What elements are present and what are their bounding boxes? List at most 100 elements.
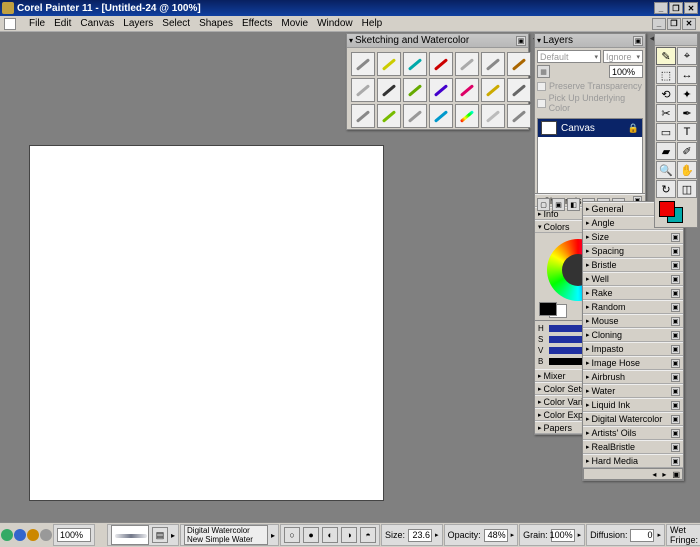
prop-bristle[interactable]: Bristle▣ bbox=[583, 258, 683, 272]
prop-digital-watercolor[interactable]: Digital Watercolor▣ bbox=[583, 412, 683, 426]
mdi-close-button[interactable]: ✕ bbox=[682, 18, 696, 30]
brush-variant[interactable] bbox=[507, 104, 531, 128]
mdi-minimize-button[interactable]: _ bbox=[652, 18, 666, 30]
shape-tool[interactable]: ▭ bbox=[656, 123, 676, 141]
layers-collapse[interactable]: ▣ bbox=[633, 36, 643, 46]
maximize-button[interactable]: ❐ bbox=[669, 2, 683, 14]
mdi-restore-button[interactable]: ❐ bbox=[667, 18, 681, 30]
scroll-right-icon[interactable]: ▸ bbox=[662, 470, 666, 479]
prop-well[interactable]: Well▣ bbox=[583, 272, 683, 286]
layer-item-canvas[interactable]: Canvas 🔒 bbox=[538, 119, 642, 137]
prop-random[interactable]: Random▣ bbox=[583, 300, 683, 314]
selection-tool[interactable]: ⬚ bbox=[656, 66, 676, 84]
lasso-tool[interactable]: ⟲ bbox=[656, 85, 676, 103]
toolbox-header[interactable] bbox=[655, 34, 697, 46]
zoom-tool[interactable]: 🔍 bbox=[656, 161, 676, 179]
menu-select[interactable]: Select bbox=[162, 18, 190, 29]
menu-effects[interactable]: Effects bbox=[242, 18, 272, 29]
menu-edit[interactable]: Edit bbox=[54, 18, 71, 29]
pickup-color-checkbox[interactable]: Pick Up Underlying Color bbox=[537, 92, 643, 114]
brush-panel-header[interactable]: Sketching and Watercolor ▣ bbox=[347, 34, 528, 48]
prop-hard-media[interactable]: Hard Media▣ bbox=[583, 454, 683, 468]
dab-shape-icon[interactable]: ○ bbox=[284, 527, 300, 543]
brush-variant[interactable] bbox=[377, 52, 401, 76]
grain-field[interactable]: 100% bbox=[551, 529, 575, 542]
color-swatches[interactable] bbox=[657, 201, 695, 225]
layer-list[interactable]: Canvas 🔒 bbox=[537, 118, 643, 194]
brush-variant[interactable] bbox=[455, 104, 479, 128]
grain-menu-icon[interactable]: ▸ bbox=[578, 531, 582, 539]
prop-spacing[interactable]: Spacing▣ bbox=[583, 244, 683, 258]
prop-water[interactable]: Water▣ bbox=[583, 384, 683, 398]
menu-help[interactable]: Help bbox=[362, 18, 383, 29]
prop-impasto[interactable]: Impasto▣ bbox=[583, 342, 683, 356]
menu-file[interactable]: File bbox=[29, 18, 45, 29]
menu-canvas[interactable]: Canvas bbox=[80, 18, 114, 29]
minimize-button[interactable]: _ bbox=[654, 2, 668, 14]
brush-variant[interactable] bbox=[455, 52, 479, 76]
wand-tool[interactable]: ✦ bbox=[677, 85, 697, 103]
prop-realbristle[interactable]: RealBristle▣ bbox=[583, 440, 683, 454]
prop-menu-icon[interactable]: ▣ bbox=[672, 470, 680, 479]
fg-color-swatch[interactable] bbox=[659, 201, 675, 217]
primary-color-swatch[interactable] bbox=[539, 302, 557, 316]
prop-rake[interactable]: Rake▣ bbox=[583, 286, 683, 300]
brush-variant[interactable] bbox=[377, 78, 401, 102]
size-field[interactable]: 23.6 bbox=[408, 529, 432, 542]
brush-info[interactable]: Digital Watercolor New Simple Water bbox=[184, 525, 268, 545]
layer-btn[interactable]: ▣ bbox=[552, 198, 565, 211]
eyedropper-tool[interactable]: ✐ bbox=[677, 142, 697, 160]
blend-mode-dropdown[interactable]: Default bbox=[537, 50, 601, 63]
menu-movie[interactable]: Movie bbox=[281, 18, 308, 29]
brush-variant[interactable] bbox=[507, 52, 531, 76]
dab-shape-icon[interactable]: ◐ bbox=[322, 527, 338, 543]
size-menu-icon[interactable]: ▸ bbox=[435, 531, 439, 539]
brush-variant[interactable] bbox=[377, 104, 401, 128]
brush-variant[interactable] bbox=[403, 52, 427, 76]
opacity-menu-icon[interactable]: ▸ bbox=[511, 531, 515, 539]
dab-shape-icon[interactable]: ◑ bbox=[341, 527, 357, 543]
layer-opacity-field[interactable]: 100% bbox=[609, 65, 643, 78]
brush-category-icon[interactable]: ▤ bbox=[152, 527, 168, 543]
mask-mode-dropdown[interactable]: Ignore bbox=[603, 50, 643, 63]
dropper-tool[interactable]: ⌖ bbox=[677, 47, 697, 65]
menu-layers[interactable]: Layers bbox=[123, 18, 153, 29]
prop-mouse[interactable]: Mouse▣ bbox=[583, 314, 683, 328]
prop-image-hose[interactable]: Image Hose▣ bbox=[583, 356, 683, 370]
adjuster-tool[interactable]: ↔ bbox=[677, 66, 697, 84]
perspective-tool[interactable]: ◫ bbox=[677, 180, 697, 198]
dab-shape-icon[interactable]: ◓ bbox=[360, 527, 376, 543]
rotate-tool[interactable]: ↻ bbox=[656, 180, 676, 198]
brush-variant[interactable] bbox=[351, 104, 375, 128]
diffusion-field[interactable]: 0 bbox=[630, 529, 654, 542]
brush-variant[interactable] bbox=[429, 52, 453, 76]
prop-size[interactable]: Size▣ bbox=[583, 230, 683, 244]
prop-liquid-ink[interactable]: Liquid Ink▣ bbox=[583, 398, 683, 412]
hand-tool[interactable]: ✋ bbox=[677, 161, 697, 179]
brush-variant[interactable] bbox=[351, 78, 375, 102]
prop-airbrush[interactable]: Airbrush▣ bbox=[583, 370, 683, 384]
brush-variant[interactable] bbox=[429, 104, 453, 128]
prop-cloning[interactable]: Cloning▣ bbox=[583, 328, 683, 342]
pen-tool[interactable]: ✒ bbox=[677, 104, 697, 122]
brush-variant[interactable] bbox=[403, 104, 427, 128]
brush-variant[interactable] bbox=[351, 52, 375, 76]
prop-artists-oils[interactable]: Artists' Oils▣ bbox=[583, 426, 683, 440]
brush-variant[interactable] bbox=[481, 52, 505, 76]
layer-btn[interactable]: ▢ bbox=[537, 198, 550, 211]
brush-variant[interactable] bbox=[481, 78, 505, 102]
menu-shapes[interactable]: Shapes bbox=[199, 18, 233, 29]
opacity-field[interactable]: 48% bbox=[484, 529, 508, 542]
dab-shape-icon[interactable]: ● bbox=[303, 527, 319, 543]
crop-tool[interactable]: ✂ bbox=[656, 104, 676, 122]
brush-variant[interactable] bbox=[455, 78, 479, 102]
brush-variant[interactable] bbox=[429, 78, 453, 102]
text-tool[interactable]: T bbox=[677, 123, 697, 141]
bucket-tool[interactable]: ▰ bbox=[656, 142, 676, 160]
layer-misc-button[interactable]: ▦ bbox=[537, 65, 550, 78]
zoom-field[interactable]: 100% bbox=[57, 528, 91, 542]
layer-btn[interactable]: ◧ bbox=[567, 198, 580, 211]
diffusion-menu-icon[interactable]: ▸ bbox=[657, 531, 661, 539]
brush-preview[interactable] bbox=[111, 525, 149, 545]
brush-tool[interactable]: ✎ bbox=[656, 47, 676, 65]
